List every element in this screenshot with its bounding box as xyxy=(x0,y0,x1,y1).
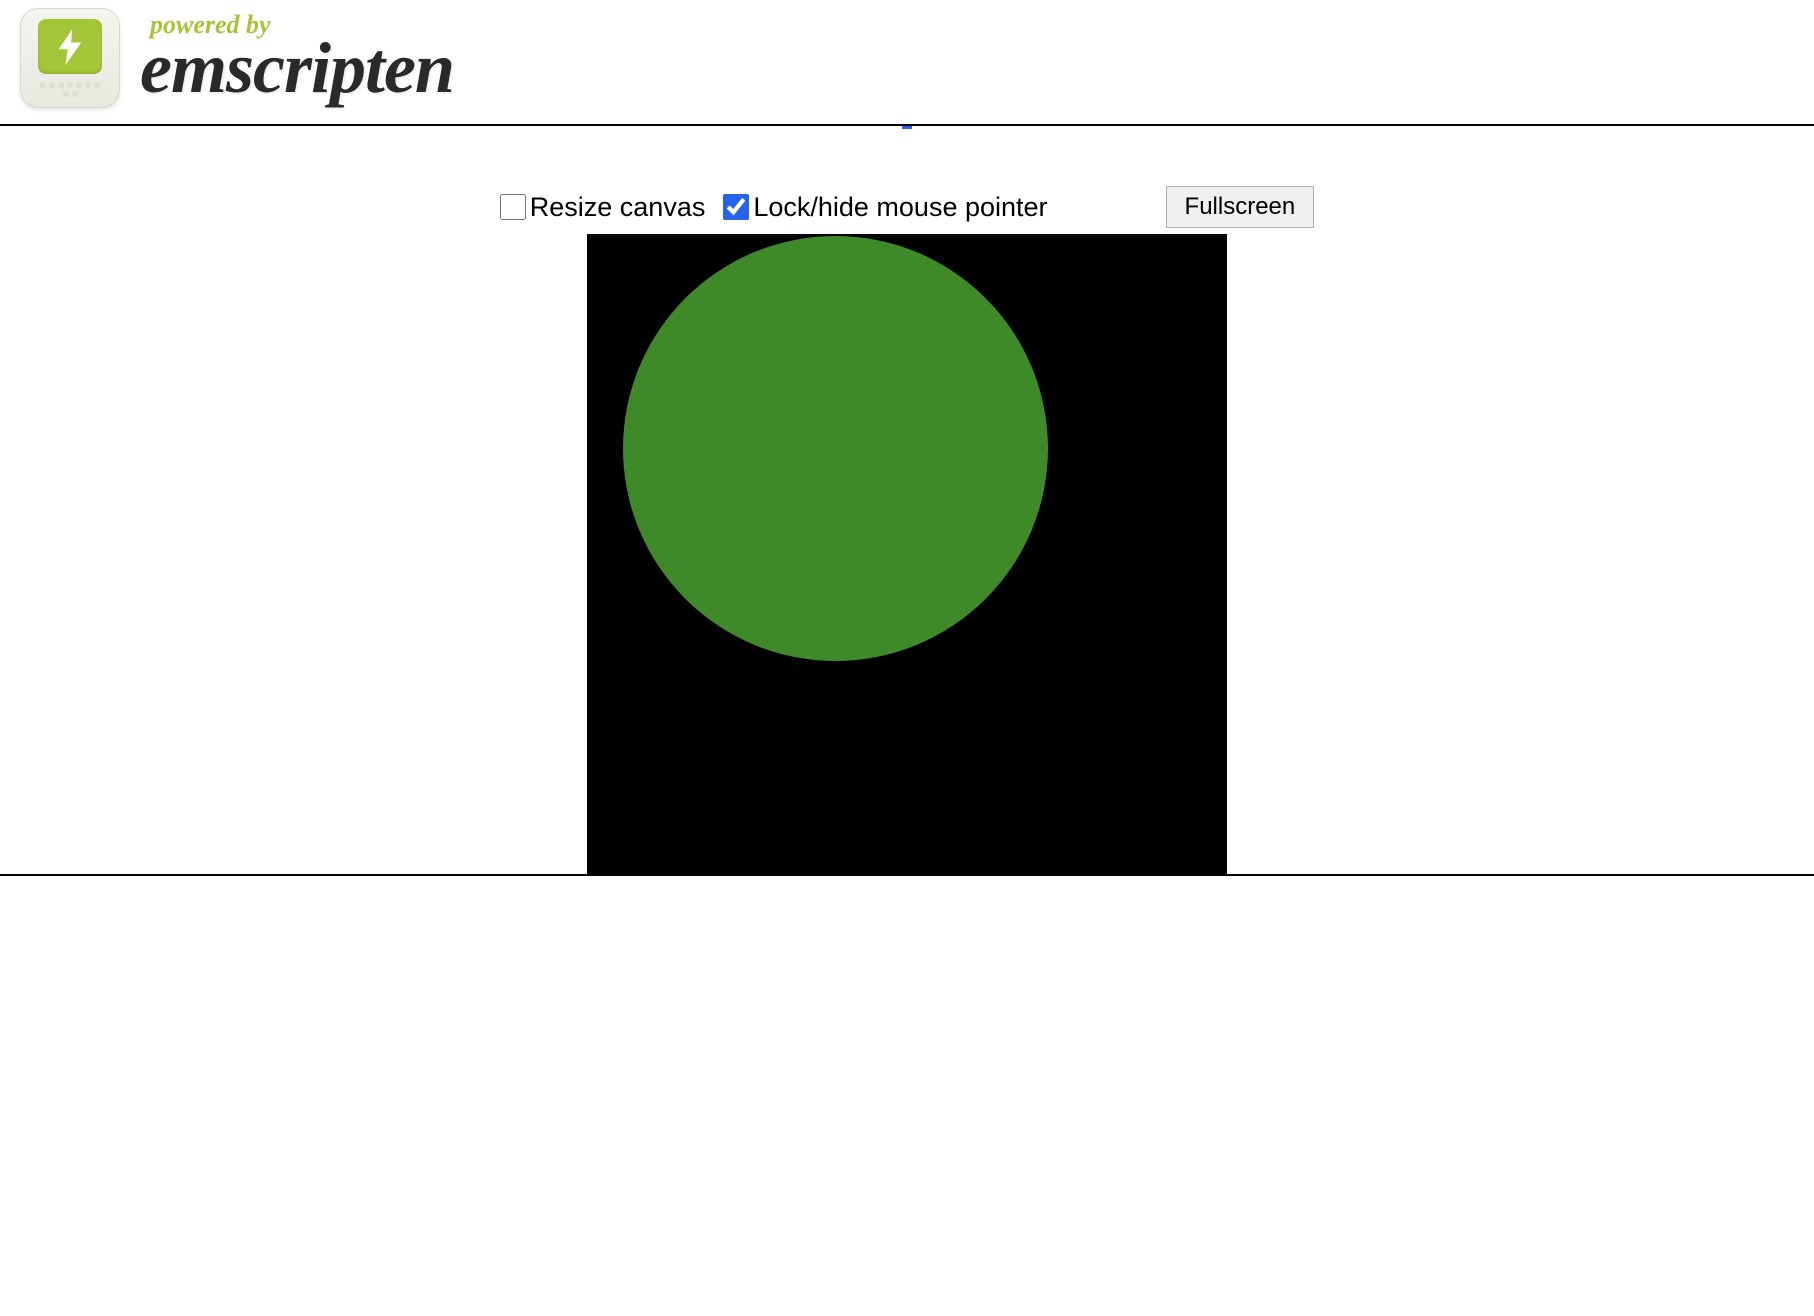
lightning-bolt-icon xyxy=(56,29,84,65)
divider-bottom xyxy=(0,874,1814,876)
green-circle xyxy=(623,236,1048,661)
controls-row: Resize canvas Lock/hide mouse pointer Fu… xyxy=(0,126,1814,234)
spinner-placeholder xyxy=(0,116,1814,124)
resize-canvas-label[interactable]: Resize canvas xyxy=(500,192,706,223)
fullscreen-button[interactable]: Fullscreen xyxy=(1166,186,1315,228)
logo-chip xyxy=(38,19,102,74)
emscripten-logo-link[interactable] xyxy=(20,8,120,108)
resize-canvas-checkbox[interactable] xyxy=(500,194,526,220)
logo-keyboard-dots xyxy=(38,82,102,97)
emscripten-title: emscripten xyxy=(140,32,454,104)
lock-pointer-label[interactable]: Lock/hide mouse pointer xyxy=(723,192,1047,223)
emscripten-logo-icon xyxy=(20,8,120,108)
logo-text: powered by emscripten xyxy=(140,12,454,104)
canvas[interactable] xyxy=(587,234,1227,874)
canvas-container xyxy=(0,234,1814,874)
lock-pointer-text: Lock/hide mouse pointer xyxy=(753,192,1047,223)
resize-canvas-text: Resize canvas xyxy=(530,192,706,223)
header: powered by emscripten xyxy=(0,0,1814,116)
lock-pointer-checkbox[interactable] xyxy=(723,194,749,220)
